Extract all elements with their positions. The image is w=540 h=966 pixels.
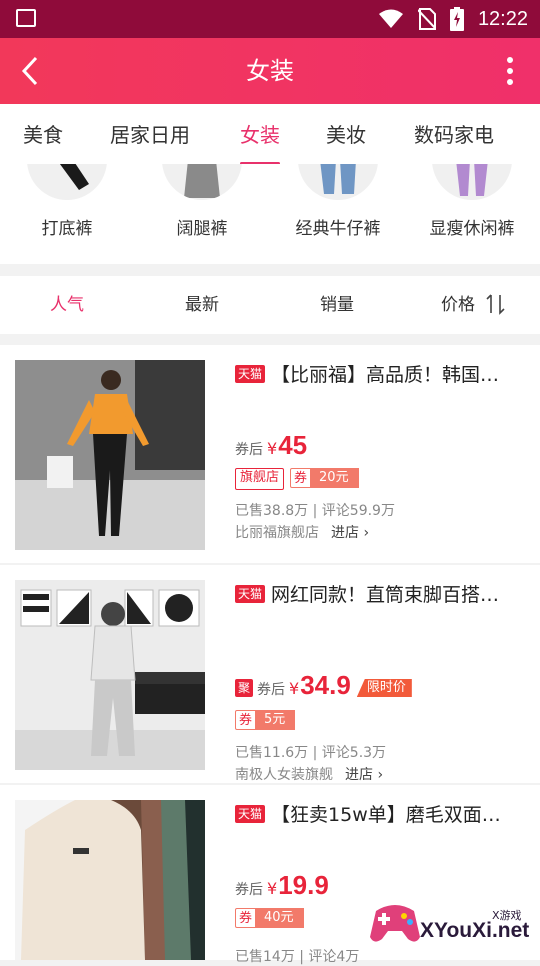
product-title-text: 【狂卖15w单】磨毛双面… — [271, 804, 501, 826]
product-card[interactable]: 天猫 网红同款！直筒束脚百搭… 聚 券后 ¥ 34.9 限时价 券 5元 已售11.… — [0, 565, 540, 783]
header-bar: 女装 — [0, 38, 540, 104]
sub-category-row: 打底裤 阔腿裤 经典牛仔裤 显瘦休闲裤 — [0, 164, 540, 264]
after-coupon-label: 券后 — [235, 882, 263, 898]
leggings-image — [27, 164, 107, 200]
sub-category-label: 打底裤 — [41, 219, 93, 239]
gallery-notification-icon — [16, 9, 36, 27]
tab-beauty[interactable]: 美妆 — [326, 104, 366, 164]
shop-info: 比丽福旗舰店 进店 › — [235, 522, 369, 542]
limited-price-badge: 限时价 — [356, 679, 412, 697]
badges-row: 券 40元 — [235, 908, 304, 930]
sales-info: 已售14万 | 评论4万 — [235, 949, 360, 965]
tab-home[interactable]: 居家日用 — [110, 104, 190, 164]
page-title: 女装 — [246, 57, 294, 85]
product-image — [15, 360, 205, 550]
currency-symbol: ¥ — [267, 879, 278, 898]
status-bar: 12:22 — [0, 0, 540, 38]
product-title-text: 【比丽福】高品质！韩国… — [271, 364, 500, 386]
price-row: 券后 ¥ 19.9 — [235, 870, 329, 906]
chevron-right-icon: › — [377, 767, 384, 783]
price-value: 45 — [278, 430, 308, 460]
sub-category-jeans[interactable]: 经典牛仔裤 — [278, 164, 398, 264]
product-title[interactable]: 天猫 【狂卖15w单】磨毛双面… — [235, 800, 530, 830]
tmall-badge: 天猫 — [235, 805, 266, 823]
sales-info: 已售11.6万 | 评论5.3万 — [235, 745, 387, 761]
sort-newest[interactable]: 最新 — [185, 276, 219, 334]
coupon-badge[interactable]: 券 40元 — [235, 908, 304, 928]
coupon-amount: 20元 — [311, 468, 359, 488]
product-title[interactable]: 天猫 【比丽福】高品质！韩国… — [235, 360, 530, 390]
product-title-text: 网红同款！直筒束脚百搭… — [271, 584, 500, 606]
shop-name: 南极人女装旗舰 — [235, 767, 333, 783]
tmall-badge: 天猫 — [235, 585, 266, 603]
sub-category-wide-leg[interactable]: 阔腿裤 — [142, 164, 262, 264]
tab-food[interactable]: 美食 — [23, 104, 63, 164]
sort-price[interactable]: 价格 — [441, 276, 475, 334]
product-image — [15, 580, 205, 770]
jeans-image — [298, 164, 378, 200]
sort-order-icon[interactable] — [486, 293, 506, 315]
sub-category-label: 经典牛仔裤 — [295, 219, 381, 239]
sub-category-label: 阔腿裤 — [176, 219, 228, 239]
sales-info: 已售38.8万 | 评论59.9万 — [235, 503, 395, 519]
after-coupon-label: 券后 — [235, 442, 263, 458]
tab-womens-clothing[interactable]: 女装 — [240, 104, 280, 164]
coupon-label: 券 — [235, 908, 257, 928]
gamepad-logo-icon — [370, 905, 420, 942]
sort-popular[interactable]: 人气 — [50, 276, 84, 334]
coupon-amount: 5元 — [256, 710, 296, 730]
wide-leg-pants-image — [162, 164, 242, 200]
sub-category-casual-pants[interactable]: 显瘦休闲裤 — [412, 164, 532, 264]
casual-pants-image — [432, 164, 512, 200]
coupon-badge[interactable]: 券 20元 — [290, 468, 359, 488]
sort-sales[interactable]: 销量 — [320, 276, 354, 334]
coupon-amount: 40元 — [256, 908, 304, 928]
badges-row: 旗舰店 券 20元 — [235, 468, 359, 490]
site-watermark: X游戏 XYouXi.net — [368, 885, 540, 960]
product-card[interactable]: 天猫 【比丽福】高品质！韩国… 券后 ¥ 45 旗舰店 券 20元 已售38.8万 … — [0, 345, 540, 563]
sub-category-label: 显瘦休闲裤 — [429, 219, 515, 239]
badges-row: 券 5元 — [235, 710, 296, 732]
sub-category-leggings[interactable]: 打底裤 — [7, 164, 127, 264]
coupon-label: 券 — [235, 710, 257, 730]
more-options-icon[interactable] — [506, 56, 514, 86]
shop-info: 南极人女装旗舰 进店 › — [235, 764, 383, 784]
tab-electronics[interactable]: 数码家电 — [414, 104, 494, 164]
status-time: 12:22 — [477, 7, 528, 30]
price-value: 34.9 — [300, 670, 351, 700]
shop-name: 比丽福旗舰店 — [235, 525, 319, 541]
category-tabs: 美食 居家日用 女装 美妆 数码家电 — [0, 104, 540, 164]
price-row: 券后 ¥ 45 — [235, 430, 307, 466]
sort-bar: 人气 最新 销量 价格 — [0, 276, 540, 334]
currency-symbol: ¥ — [289, 679, 300, 698]
flagship-badge: 旗舰店 — [235, 468, 285, 490]
price-value: 19.9 — [278, 870, 329, 900]
tmall-badge: 天猫 — [235, 365, 266, 383]
enter-shop-link[interactable]: 进店 › — [331, 525, 369, 541]
no-sim-icon — [417, 8, 436, 30]
battery-charging-icon — [449, 7, 464, 31]
coupon-label: 券 — [290, 468, 312, 488]
chevron-right-icon: › — [363, 525, 370, 541]
currency-symbol: ¥ — [267, 439, 278, 458]
after-coupon-label: 券后 — [257, 682, 286, 698]
product-title[interactable]: 天猫 网红同款！直筒束脚百搭… — [235, 580, 530, 610]
price-row: 聚 券后 ¥ 34.9 限时价 — [235, 670, 412, 706]
coupon-badge[interactable]: 券 5元 — [235, 710, 296, 730]
watermark-text: XYouXi.net — [420, 919, 530, 942]
enter-shop-link[interactable]: 进店 › — [345, 767, 383, 783]
ju-badge: 聚 — [235, 679, 254, 697]
product-image — [15, 800, 205, 960]
wifi-icon — [378, 9, 403, 28]
